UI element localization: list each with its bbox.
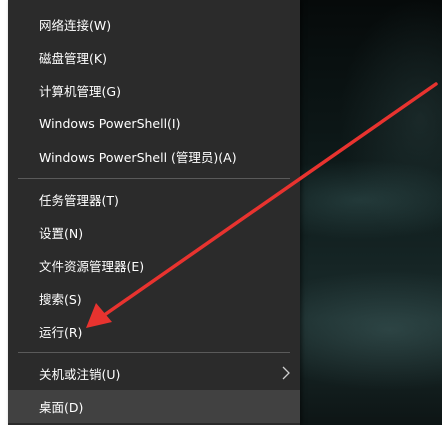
menu-item-powershell-admin[interactable]: Windows PowerShell (管理员)(A) [8,140,300,173]
menu-item-label: 磁盘管理(K) [39,51,107,66]
winx-context-menu: 网络连接(W) 磁盘管理(K) 计算机管理(G) Windows PowerSh… [8,0,300,425]
menu-item-label: 桌面(D) [39,400,84,415]
menu-item-shutdown-signout[interactable]: 关机或注销(U) [8,357,300,390]
menu-item-label: Windows PowerShell(I) [39,116,181,131]
menu-separator [18,178,290,179]
menu-item-settings[interactable]: 设置(N) [8,216,300,249]
menu-item-label: 搜索(S) [39,292,82,307]
menu-separator [18,352,290,353]
menu-item-file-explorer[interactable]: 文件资源管理器(E) [8,249,300,282]
menu-item-label: 设置(N) [39,226,84,241]
menu-item-label: 关机或注销(U) [39,367,121,382]
menu-item-label: 计算机管理(G) [39,84,121,99]
menu-item-disk-management[interactable]: 磁盘管理(K) [8,41,300,74]
menu-item-run[interactable]: 运行(R) [8,315,300,348]
menu-item-search[interactable]: 搜索(S) [8,282,300,315]
menu-item-label: 网络连接(W) [39,18,112,33]
menu-item-computer-management[interactable]: 计算机管理(G) [8,74,300,107]
chevron-right-icon [282,366,290,380]
menu-item-label: 文件资源管理器(E) [39,259,145,274]
menu-item-label: 任务管理器(T) [39,193,119,208]
background-edge [0,0,8,425]
menu-item-label: 运行(R) [39,325,83,340]
menu-item-task-manager[interactable]: 任务管理器(T) [8,183,300,216]
menu-item-network-connections[interactable]: 网络连接(W) [8,8,300,41]
menu-item-powershell[interactable]: Windows PowerShell(I) [8,107,300,140]
menu-item-label: Windows PowerShell (管理员)(A) [39,150,237,165]
menu-item-desktop[interactable]: 桌面(D) [8,390,300,423]
